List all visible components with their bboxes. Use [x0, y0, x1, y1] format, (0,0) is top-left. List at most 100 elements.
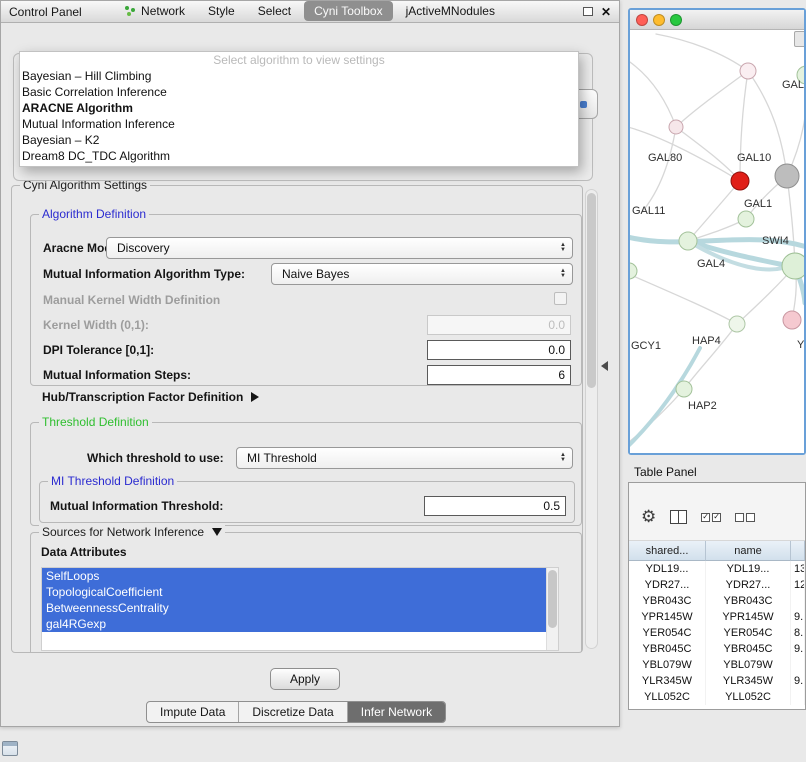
close-window-icon[interactable] [636, 14, 648, 26]
unselect-all-columns-button[interactable] [735, 513, 755, 522]
network-edge[interactable] [630, 272, 737, 324]
table-cell: YLL052C [706, 689, 791, 705]
dropdown-option[interactable]: Dream8 DC_TDC Algorithm [20, 148, 578, 164]
network-edge[interactable] [630, 348, 700, 450]
network-edge[interactable] [676, 71, 748, 127]
network-window-titlebar[interactable] [630, 10, 804, 30]
aracne-mode-value: Discovery [117, 241, 170, 255]
network-edge[interactable] [740, 71, 748, 181]
node-label: SWI4 [762, 235, 789, 247]
which-threshold-combobox[interactable]: MI Threshold ▲▼ [236, 447, 573, 469]
network-edge[interactable] [642, 127, 676, 212]
dropdown-option[interactable]: Bayesian – Hill Climbing [20, 68, 578, 84]
network-node[interactable] [729, 316, 745, 332]
settings-scrollbar[interactable] [585, 189, 598, 649]
network-edge[interactable] [656, 34, 748, 71]
gear-icon: ⚙ [641, 508, 656, 526]
network-edge[interactable] [787, 176, 795, 266]
dropdown-option[interactable]: Bayesian – K2 [20, 132, 578, 148]
mi-threshold-input[interactable] [424, 496, 566, 516]
column-header[interactable]: name [706, 541, 791, 561]
dropdown-option[interactable]: Mutual Information Inference [20, 116, 578, 132]
table-row[interactable]: YDR27...YDR27...12 [629, 577, 805, 593]
dropdown-option[interactable]: Basic Correlation Inference [20, 84, 578, 100]
table-row[interactable]: YBR043CYBR043C [629, 593, 805, 609]
column-header[interactable]: shared... [629, 541, 706, 561]
mi-steps-input[interactable] [427, 365, 571, 385]
table-row[interactable]: YPR145WYPR145W9. [629, 609, 805, 625]
attribute-item[interactable]: TopologicalCoefficient [42, 584, 546, 600]
table-row[interactable]: YLL052CYLL052C [629, 689, 805, 705]
manual-kernel-checkbox[interactable] [554, 292, 567, 305]
show-columns-button[interactable] [670, 510, 687, 524]
dropdown-option[interactable]: ARACNE Algorithm [20, 100, 578, 116]
bottom-tab-infer-network[interactable]: Infer Network [348, 702, 445, 722]
attribute-item[interactable]: gal4RGexp [42, 616, 546, 632]
table-row[interactable]: YBR045CYBR045C9. [629, 641, 805, 657]
table-cell [791, 689, 805, 705]
scrollbar-thumb[interactable] [548, 570, 557, 628]
network-node[interactable] [738, 211, 754, 227]
network-icon [125, 6, 136, 17]
network-edge[interactable] [684, 324, 737, 389]
table-cell: YDR27... [706, 577, 791, 593]
tab-label: Network [141, 4, 185, 18]
attribute-item[interactable]: SelfLoops [42, 568, 546, 584]
sources-group: Sources for Network Inference Data Attri… [30, 532, 582, 652]
bottom-tab-discretize-data[interactable]: Discretize Data [239, 702, 347, 722]
algorithm-dropdown-popup: Select algorithm to view settingsBayesia… [19, 51, 579, 167]
table-cell [791, 593, 805, 609]
algorithm-definition-title: Algorithm Definition [39, 207, 149, 221]
hub-section-toggle[interactable]: Hub/Transcription Factor Definition [42, 390, 259, 404]
aracne-mode-combobox[interactable]: Discovery ▲▼ [106, 237, 573, 259]
node-label: GAL10 [737, 152, 771, 164]
tab-cyni-toolbox[interactable]: Cyni Toolbox [304, 1, 392, 21]
scrollbar-thumb[interactable] [587, 193, 596, 388]
table-settings-button[interactable]: ⚙ [641, 508, 656, 526]
attributes-scrollbar[interactable] [546, 568, 558, 650]
dpi-tolerance-label: DPI Tolerance [0,1]: [43, 343, 154, 357]
attribute-item[interactable]: BetweennessCentrality [42, 600, 546, 616]
restore-panel-icon[interactable] [2, 741, 18, 756]
apply-button[interactable]: Apply [270, 668, 340, 690]
table-cell: YDR27... [629, 577, 706, 593]
network-node[interactable] [676, 381, 692, 397]
network-node[interactable] [782, 253, 804, 279]
network-node[interactable] [731, 172, 749, 190]
canvas-corner-control[interactable] [794, 31, 804, 47]
mi-type-value: Naive Bayes [282, 267, 349, 281]
select-all-columns-button[interactable] [701, 513, 721, 522]
table-row[interactable]: YER054CYER054C8. [629, 625, 805, 641]
zoom-window-icon[interactable] [670, 14, 682, 26]
tab-style[interactable]: Style [198, 1, 245, 21]
table-toolbar: ⚙ [629, 483, 805, 541]
table-cell: YDL19... [706, 561, 791, 577]
table-row[interactable]: YLR345WYLR345W9. [629, 673, 805, 689]
network-node[interactable] [740, 63, 756, 79]
table-cell: YER054C [629, 625, 706, 641]
table-row[interactable]: YBL079WYBL079W [629, 657, 805, 673]
mi-type-combobox[interactable]: Naive Bayes ▲▼ [271, 263, 573, 285]
network-node[interactable] [783, 311, 801, 329]
network-edge[interactable] [630, 58, 676, 127]
table-cell: YBR045C [706, 641, 791, 657]
tab-select[interactable]: Select [248, 1, 301, 21]
bottom-tab-impute-data[interactable]: Impute Data [147, 702, 239, 722]
table-cell: 9. [791, 641, 805, 657]
tab-label: jActiveMNodules [406, 4, 495, 18]
network-edge[interactable] [676, 127, 740, 181]
network-node[interactable] [775, 164, 799, 188]
tab-jactivemnodules[interactable]: jActiveMNodules [396, 1, 505, 21]
network-node[interactable] [679, 232, 697, 250]
tab-label: Select [258, 4, 291, 18]
minimize-window-icon[interactable] [653, 14, 665, 26]
table-row[interactable]: YDL19...YDL19...13 [629, 561, 805, 577]
dpi-tolerance-input[interactable] [427, 340, 571, 360]
network-node[interactable] [669, 120, 683, 134]
kernel-width-input[interactable] [427, 315, 571, 335]
mi-threshold-definition-title: MI Threshold Definition [48, 474, 177, 488]
tab-network[interactable]: Network [115, 1, 195, 21]
sources-toggle[interactable]: Sources for Network Inference [39, 525, 225, 539]
collapse-panel-icon[interactable] [601, 361, 608, 371]
network-canvas[interactable]: GAL80GAL10GAL7GAL11GAL1SWI4GAL4GCY1HAP4Y… [630, 30, 804, 453]
